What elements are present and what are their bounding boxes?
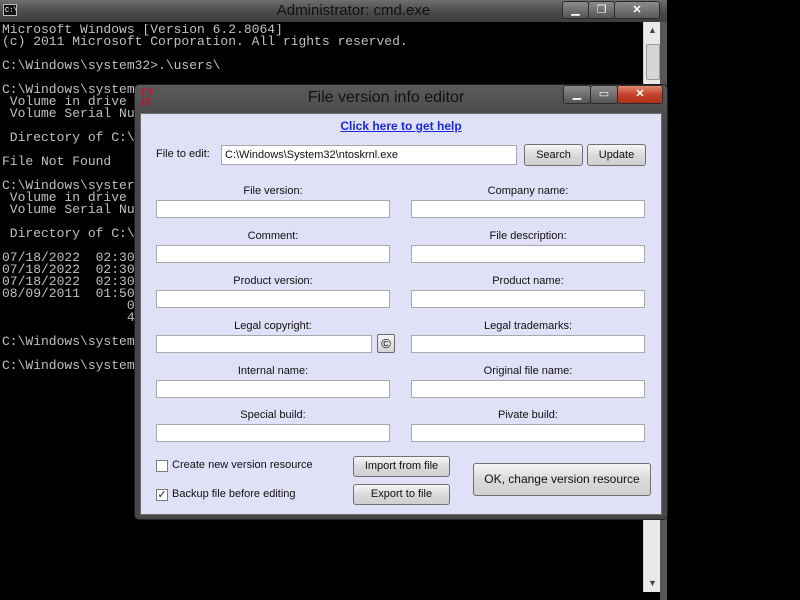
original-file-name-input[interactable] [411, 380, 645, 398]
legal-trademarks-input[interactable] [411, 335, 645, 353]
comment-input[interactable] [156, 245, 390, 263]
private-build-label: Pivate build: [498, 409, 558, 421]
cmd-line: (c) 2011 Microsoft Corporation. All righ… [2, 34, 408, 49]
export-to-file-button[interactable]: Export to file [353, 484, 450, 505]
editor-client-area: Click here to get help File to edit: C:\… [140, 113, 662, 515]
scroll-up-arrow-icon[interactable]: ▲ [644, 22, 661, 39]
special-build-input[interactable] [156, 424, 390, 442]
cmd-maximize-button[interactable]: ❐ [588, 1, 615, 19]
backup-file-checkbox[interactable]: ✓ [156, 489, 168, 501]
cmd-line: C:\Windows\system32>.\users\ [2, 58, 221, 73]
internal-name-input[interactable] [156, 380, 390, 398]
editor-maximize-button[interactable]: ▭ [590, 85, 618, 104]
internal-name-label: Internal name: [237, 365, 309, 377]
file-version-label: File version: [243, 185, 303, 197]
cmd-close-button[interactable]: ✕ [614, 1, 660, 19]
file-description-label: File description: [489, 230, 567, 242]
editor-close-button[interactable]: ✕ [617, 85, 663, 104]
search-button[interactable]: Search [524, 144, 583, 166]
comment-label: Comment: [247, 230, 299, 242]
company-name-input[interactable] [411, 200, 645, 218]
file-to-edit-label: File to edit: [156, 148, 210, 160]
cmd-minimize-button[interactable]: ▁ [562, 1, 589, 19]
original-file-name-label: Original file name: [483, 365, 573, 377]
product-version-input[interactable] [156, 290, 390, 308]
update-button[interactable]: Update [587, 144, 646, 166]
backup-file-label: Backup file before editing [172, 488, 296, 500]
legal-trademarks-label: Legal trademarks: [483, 320, 573, 332]
import-from-file-button[interactable]: Import from file [353, 456, 450, 477]
product-name-label: Product name: [492, 275, 564, 287]
create-new-resource-label: Create new version resource [172, 459, 313, 471]
create-new-resource-checkbox[interactable] [156, 460, 168, 472]
ok-change-version-button[interactable]: OK, change version resource [473, 463, 651, 496]
private-build-input[interactable] [411, 424, 645, 442]
scroll-thumb[interactable] [646, 44, 660, 80]
help-link[interactable]: Click here to get help [141, 119, 661, 133]
file-description-input[interactable] [411, 245, 645, 263]
cmd-titlebar[interactable]: C:\ Administrator: cmd.exe ▁ ❐ ✕ [0, 0, 667, 22]
file-version-input[interactable] [156, 200, 390, 218]
special-build-label: Special build: [240, 409, 306, 421]
file-to-edit-input[interactable]: C:\Windows\System32\ntoskrnl.exe [221, 145, 517, 165]
product-name-input[interactable] [411, 290, 645, 308]
legal-copyright-label: Legal copyright: [234, 320, 312, 332]
file-version-editor-window: FV IE File version info editor ▁ ▭ ✕ Cli… [134, 84, 668, 520]
scroll-down-arrow-icon[interactable]: ▼ [644, 575, 661, 592]
legal-copyright-input[interactable] [156, 335, 372, 353]
editor-minimize-button[interactable]: ▁ [563, 85, 591, 104]
product-version-label: Product version: [233, 275, 313, 287]
insert-copyright-button[interactable]: © [377, 334, 395, 353]
company-name-label: Company name: [487, 185, 569, 197]
